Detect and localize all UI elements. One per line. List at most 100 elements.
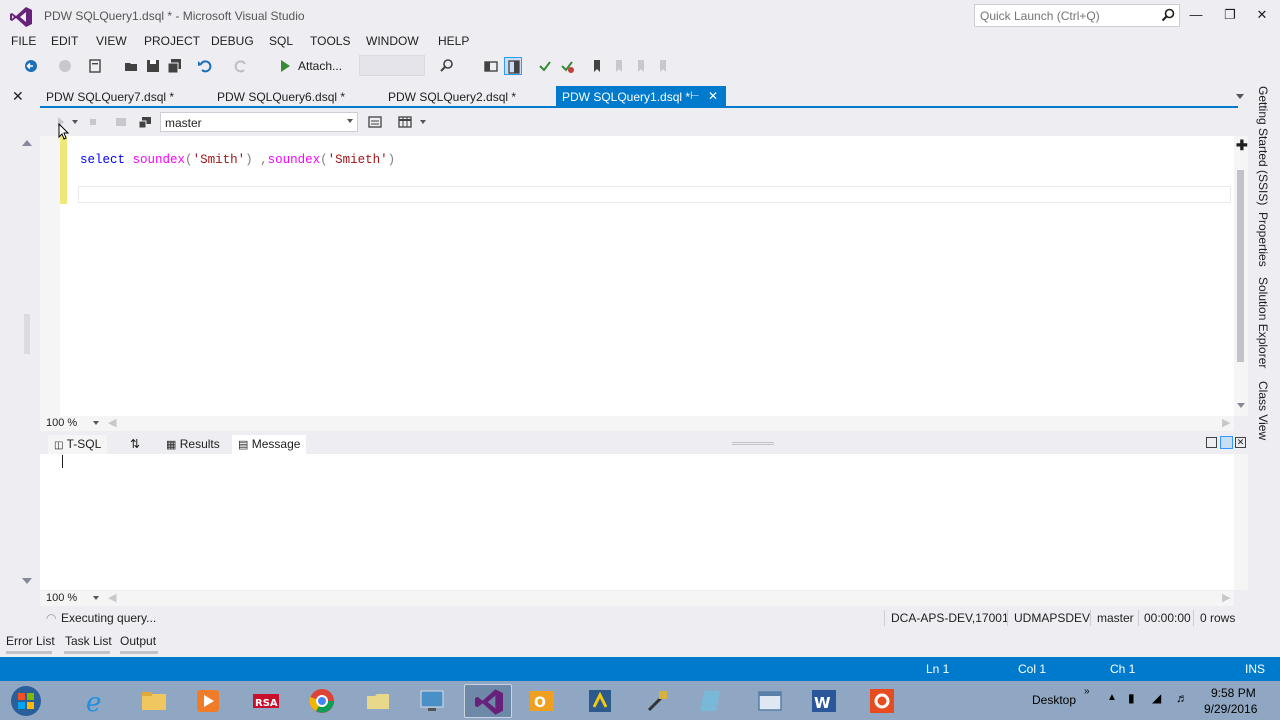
split-vertical-icon[interactable]: [1206, 437, 1217, 448]
tab-tsql[interactable]: ◫ T-SQL: [48, 435, 108, 454]
pin-icon[interactable]: ⊢: [690, 89, 700, 102]
menu-view[interactable]: VIEW: [96, 34, 127, 48]
editor-scroll-thumb[interactable]: [1237, 170, 1244, 362]
scroll-left-icon[interactable]: ◀: [108, 591, 116, 604]
visual-studio-icon[interactable]: [464, 684, 512, 718]
connect-icon[interactable]: [112, 113, 130, 131]
open-file-icon[interactable]: [122, 57, 140, 75]
step-icon[interactable]: [536, 57, 554, 75]
back-icon[interactable]: [22, 57, 40, 75]
tab-sqlquery7[interactable]: PDW SQLQuery7.dsql *: [40, 86, 180, 107]
tab-results[interactable]: ▦ Results: [160, 435, 226, 454]
results-dropdown-icon[interactable]: [420, 120, 426, 124]
remote-desktop-icon[interactable]: [408, 684, 456, 718]
undo-icon[interactable]: [196, 57, 214, 75]
tab-overflow-icon[interactable]: [1236, 94, 1244, 99]
outlook-icon[interactable]: O: [518, 684, 566, 718]
split-horizontal-icon[interactable]: [1220, 436, 1233, 449]
side-tab-class-view[interactable]: Class View: [1256, 381, 1270, 440]
folder-icon[interactable]: [354, 684, 402, 718]
word-icon[interactable]: W: [800, 684, 848, 718]
editor-icon[interactable]: [688, 684, 736, 718]
start-debug-icon[interactable]: [276, 57, 294, 75]
chrome-icon[interactable]: [298, 684, 346, 718]
menu-help[interactable]: HELP: [438, 34, 469, 48]
restore-icon[interactable]: ❐: [1220, 6, 1240, 24]
side-tab-solution-explorer[interactable]: Solution Explorer: [1256, 277, 1270, 368]
close-results-icon[interactable]: ✕: [1235, 437, 1246, 448]
internet-explorer-icon[interactable]: e: [72, 684, 120, 718]
network-icon[interactable]: ◢: [1152, 691, 1161, 705]
volume-icon[interactable]: ♬: [1176, 691, 1188, 705]
tab-sqlquery6[interactable]: PDW SQLQuery6.dsql *: [211, 86, 351, 107]
prev-bookmark-icon[interactable]: [610, 57, 628, 75]
minimize-icon[interactable]: —: [1186, 6, 1206, 24]
attach-button[interactable]: Attach...: [298, 59, 342, 73]
scroll-right-icon[interactable]: ▶: [1222, 591, 1230, 604]
code-line-1[interactable]: select soundex('Smith') ,soundex('Smieth…: [80, 153, 395, 167]
database-selector[interactable]: master: [160, 112, 358, 132]
new-project-icon[interactable]: [86, 57, 104, 75]
menu-debug[interactable]: DEBUG: [211, 34, 254, 48]
quick-launch-box[interactable]: [974, 4, 1180, 27]
scroll-down-icon[interactable]: [22, 578, 32, 584]
power-bi-icon[interactable]: [576, 684, 624, 718]
close-window-icon[interactable]: ✕: [1252, 6, 1272, 24]
save-icon[interactable]: [144, 57, 162, 75]
cancel-query-icon[interactable]: [84, 113, 102, 131]
scroll-left-icon[interactable]: ◀: [108, 416, 116, 429]
search-icon[interactable]: [1161, 8, 1175, 22]
sql-editor[interactable]: [60, 136, 1234, 416]
results-to-icon[interactable]: [366, 113, 384, 131]
tab-sqlquery1[interactable]: PDW SQLQuery1.dsql * ⊢ ✕: [556, 86, 726, 107]
media-player-icon[interactable]: [184, 684, 232, 718]
save-all-icon[interactable]: [166, 57, 184, 75]
execute-dropdown-icon[interactable]: [72, 120, 78, 124]
menu-file[interactable]: FILE: [11, 34, 36, 48]
zoom-level[interactable]: 100 %: [46, 417, 77, 429]
message-pane[interactable]: [40, 454, 1234, 590]
menu-project[interactable]: PROJECT: [144, 34, 200, 48]
redo-icon[interactable]: [232, 57, 250, 75]
tab-task-list[interactable]: Task List: [65, 634, 112, 648]
zoom-dropdown-icon[interactable]: [93, 596, 99, 600]
desktop-toolbar-label[interactable]: Desktop: [1032, 693, 1076, 707]
scroll-right-icon[interactable]: ▶: [1222, 416, 1230, 429]
scroll-up-icon[interactable]: [22, 140, 32, 146]
tab-output[interactable]: Output: [120, 634, 156, 648]
rsa-icon[interactable]: RSA: [242, 684, 290, 718]
clock-time[interactable]: 9:58 PM: [1211, 686, 1256, 700]
close-tab-icon[interactable]: ✕: [708, 89, 718, 103]
find-icon[interactable]: [438, 57, 456, 75]
toggle-panel-icon[interactable]: [504, 57, 522, 75]
file-explorer-icon[interactable]: [130, 684, 178, 718]
solution-config-combo[interactable]: [359, 55, 425, 76]
start-button[interactable]: [8, 684, 44, 718]
sort-icon[interactable]: ⇅: [124, 435, 146, 454]
splitter-grip[interactable]: [732, 442, 774, 445]
next-bookmark-icon[interactable]: [632, 57, 650, 75]
bookmark-icon[interactable]: [588, 57, 606, 75]
zoom-level[interactable]: 100 %: [46, 592, 77, 604]
layout-icon[interactable]: [482, 57, 500, 75]
menu-sql[interactable]: SQL: [269, 34, 293, 48]
side-tab-properties[interactable]: Properties: [1256, 212, 1270, 267]
window-icon[interactable]: [746, 684, 794, 718]
zoom-dropdown-icon[interactable]: [93, 421, 99, 425]
editor-scroll-down-icon[interactable]: [1237, 403, 1245, 408]
tab-sqlquery2[interactable]: PDW SQLQuery2.dsql *: [382, 86, 522, 107]
split-editor-icon[interactable]: ✚: [1236, 137, 1248, 154]
menu-tools[interactable]: TOOLS: [310, 34, 350, 48]
tab-message[interactable]: ▤ Message: [232, 435, 307, 454]
quick-launch-input[interactable]: [975, 5, 1155, 26]
side-tab-getting-started[interactable]: Getting Started (SSIS): [1256, 86, 1270, 205]
close-tool-window-icon[interactable]: ✕: [12, 88, 24, 105]
clear-bookmarks-icon[interactable]: [654, 57, 672, 75]
tab-error-list[interactable]: Error List: [6, 634, 55, 648]
step-out-icon[interactable]: [558, 57, 576, 75]
menu-window[interactable]: WINDOW: [366, 34, 419, 48]
menu-edit[interactable]: EDIT: [51, 34, 78, 48]
change-connection-icon[interactable]: [136, 113, 154, 131]
left-scroll-thumb[interactable]: [24, 314, 30, 354]
results-grid-icon[interactable]: [396, 113, 414, 131]
